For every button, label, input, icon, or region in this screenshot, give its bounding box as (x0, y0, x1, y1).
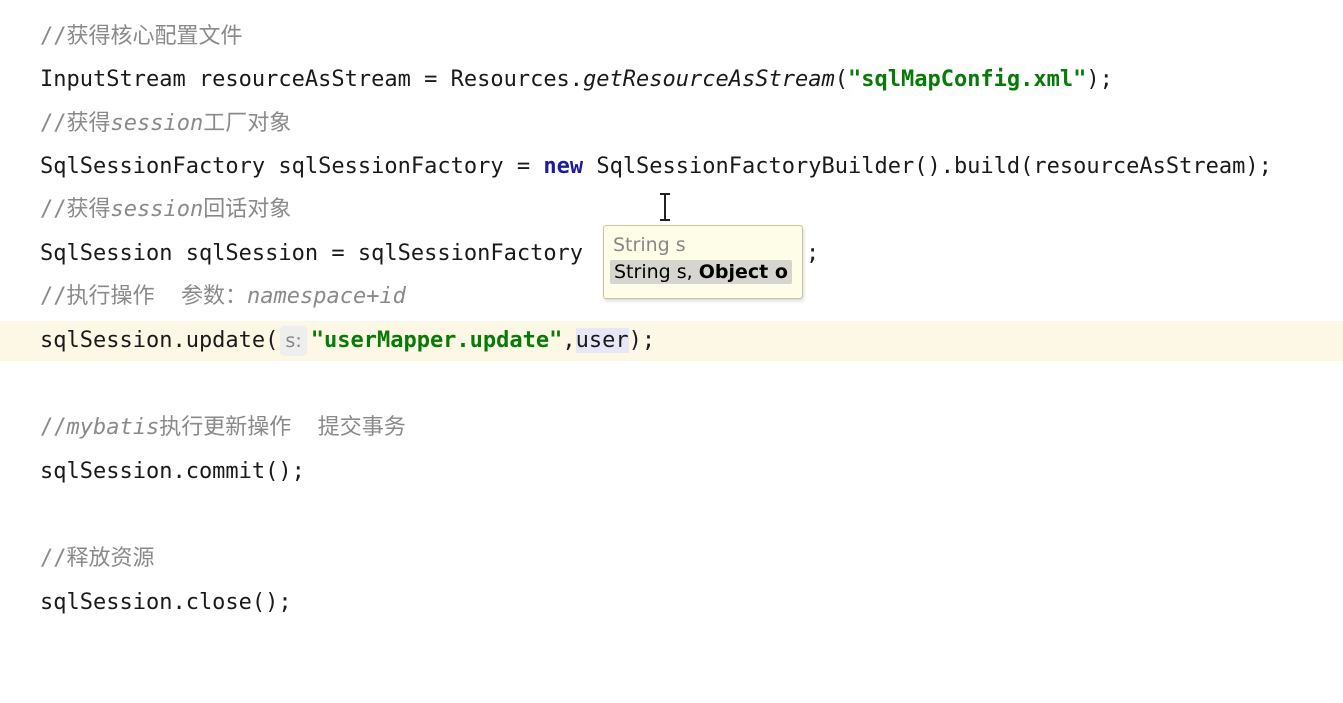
code-text: ( (834, 67, 848, 92)
comment: //执行操作 参数： (40, 284, 247, 309)
current-parameter: Object o (698, 261, 788, 283)
code-text: sqlSession.commit(); (40, 459, 305, 484)
string-literal: "sqlMapConfig.xml" (847, 67, 1087, 92)
code-line-13: //释放资源 (0, 539, 1343, 579)
parameter-option-2-active[interactable]: String s, Object o (610, 260, 792, 284)
code-text: ; (806, 241, 820, 266)
comment: //获得 (40, 111, 111, 136)
comment: //获得核心配置文件 (40, 24, 243, 49)
parameter-info-popup: String s String s, Object o (603, 225, 803, 299)
comment-italic: session (110, 111, 204, 136)
code-text: sqlSession.update( (40, 328, 279, 353)
code-text: , (562, 328, 576, 353)
code-line-8-current[interactable]: sqlSession.update(s: "userMapper.update",… (0, 321, 1343, 361)
code-line-1: //获得核心配置文件 (0, 17, 1343, 57)
parameter-option-2-text: String s, (614, 261, 699, 283)
keyword: new (543, 154, 584, 179)
comment: //获得 (40, 197, 111, 222)
code-line-4: SqlSessionFactory sqlSessionFactory = ne… (0, 147, 1343, 187)
code-line-3: //获得session工厂对象 (0, 104, 1343, 144)
comment: //释放资源 (40, 546, 155, 571)
text-cursor-icon (660, 193, 670, 221)
selected-argument[interactable]: user (575, 328, 629, 353)
string-literal: "userMapper.update" (310, 328, 563, 353)
code-line-2: InputStream resourceAsStream = Resources… (0, 60, 1343, 100)
comment-italic: session (110, 197, 204, 222)
comment: 工厂对象 (203, 111, 292, 136)
code-text: ); (1086, 67, 1113, 92)
code-line-11: sqlSession.commit(); (0, 452, 1343, 492)
code-text: SqlSession sqlSession = sqlSessionFactor… (40, 241, 584, 266)
comment: // (40, 415, 67, 440)
code-text: sqlSession.close(); (40, 590, 292, 615)
code-line-14: sqlSession.close(); (0, 583, 1343, 623)
parameter-option-1[interactable]: String s (613, 234, 686, 256)
code-line-10: //mybatis执行更新操作 提交事务 (0, 408, 1343, 448)
code-text: SqlSessionFactory sqlSessionFactory = (40, 154, 544, 179)
comment-italic: namespace+id (246, 284, 406, 309)
comment: 执行更新操作 提交事务 (159, 415, 406, 440)
method-name: getResourceAsStream (583, 67, 835, 92)
code-text: SqlSessionFactoryBuilder().build(resourc… (583, 154, 1272, 179)
parameter-hint: s: (280, 326, 307, 356)
code-text: ); (628, 328, 656, 353)
comment-italic: mybatis (66, 415, 160, 440)
comment: 回话对象 (203, 197, 292, 222)
code-text: InputStream resourceAsStream = Resources… (40, 67, 584, 92)
code-editor[interactable]: //获得核心配置文件 InputStream resourceAsStream … (0, 0, 1343, 621)
